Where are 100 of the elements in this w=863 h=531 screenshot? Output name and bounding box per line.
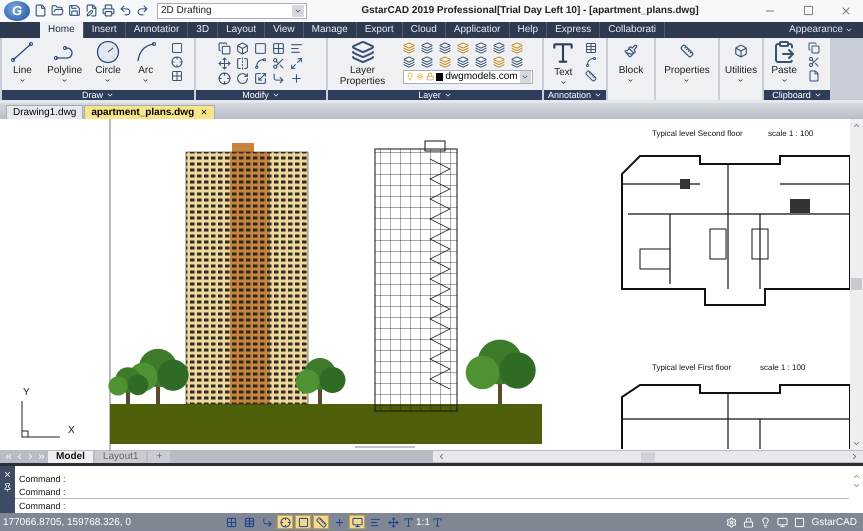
scroll-right-icon[interactable]	[850, 452, 859, 462]
undo-icon[interactable]	[119, 4, 132, 18]
sheet-tab[interactable]: Layout1	[94, 450, 146, 463]
caret-icon[interactable]	[560, 78, 567, 86]
status-toggle-icon[interactable]	[313, 515, 329, 529]
curve-icon[interactable]	[254, 56, 268, 70]
box-icon[interactable]	[236, 42, 250, 55]
edit-file-icon[interactable]	[85, 4, 98, 18]
ribbon-tab[interactable]: Home	[40, 22, 84, 38]
caret-icon[interactable]	[142, 76, 150, 84]
status-toggle-icon[interactable]	[277, 515, 293, 529]
sheet-tab[interactable]: Model	[48, 450, 93, 463]
scale-icon[interactable]	[254, 72, 268, 85]
layer-tool-icon[interactable]	[438, 42, 454, 54]
appearance-menu[interactable]: Appearance	[789, 24, 843, 36]
layer-tool-icon[interactable]	[510, 56, 526, 68]
status-toggle-icon[interactable]	[295, 515, 311, 529]
save-icon[interactable]	[68, 4, 81, 18]
array-icon[interactable]	[272, 42, 286, 55]
vertical-scrollbar[interactable]	[850, 118, 863, 450]
layer-dropdown[interactable]: dwgmodels.com	[402, 70, 532, 84]
annotation-scale-icon[interactable]	[403, 516, 414, 528]
ucs-axes-icon	[22, 400, 60, 438]
layer-tool-icon[interactable]	[402, 56, 418, 68]
layer-tool-icon[interactable]	[420, 56, 436, 68]
new-file-icon[interactable]	[34, 4, 47, 18]
document-tab[interactable]: apartment_plans.dwg	[84, 104, 216, 119]
align-icon[interactable]	[290, 42, 304, 55]
mirror-icon[interactable]	[236, 56, 250, 70]
layer-tool-icon[interactable]	[456, 56, 472, 68]
redo-icon[interactable]	[136, 4, 149, 18]
lock-icon[interactable]	[743, 516, 754, 528]
caret-icon[interactable]	[737, 76, 744, 84]
layer-tool-icon[interactable]	[474, 42, 490, 54]
axis-label: X	[68, 424, 75, 436]
tool-button[interactable]: Paste	[771, 40, 797, 84]
tool-button[interactable]: Layer Properties	[338, 40, 388, 87]
add-tab[interactable]: +	[148, 450, 170, 463]
tree-drawing	[296, 358, 346, 404]
block-icon	[734, 44, 748, 58]
caret-icon[interactable]	[683, 76, 690, 84]
plan-scale: scale 1 : 100	[768, 128, 814, 138]
tool-button[interactable]: Arc	[134, 40, 158, 84]
window-icon[interactable]	[794, 516, 806, 528]
brand-label: GstarCAD	[811, 516, 857, 528]
layers-icon	[350, 40, 374, 64]
move-icon[interactable]	[218, 56, 232, 70]
square-icon[interactable]	[254, 42, 268, 55]
lightbulb-icon[interactable]	[760, 516, 772, 528]
scissors-icon[interactable]	[272, 56, 286, 70]
panel-label: Clipboard	[772, 90, 811, 100]
corner-icon[interactable]	[272, 72, 286, 85]
print-icon[interactable]	[102, 4, 115, 18]
tree-drawing	[466, 339, 536, 404]
layer-tool-icon[interactable]	[474, 56, 490, 68]
caret-icon[interactable]	[780, 76, 788, 84]
command-history-line: Command :	[18, 486, 67, 498]
annotation-scale[interactable]: 1:1	[416, 516, 430, 528]
horizontal-scrollbar[interactable]	[433, 451, 863, 462]
settings-icon[interactable]	[726, 516, 738, 528]
tool-button[interactable]: Line	[10, 40, 34, 84]
close-icon[interactable]	[3, 470, 12, 480]
coordinates: 177066.8705, 159768.326, 0	[3, 516, 132, 528]
annotation-visibility-icon[interactable]	[432, 516, 443, 528]
paste-icon	[772, 40, 796, 64]
panel-label: Annotation	[548, 90, 592, 100]
tool-button[interactable]: Circle	[94, 40, 121, 84]
command-history-line: Command :	[18, 472, 67, 486]
caret-icon[interactable]	[18, 76, 26, 84]
caret-icon[interactable]	[61, 76, 68, 84]
lightbulb-icon	[406, 72, 414, 82]
close-icon[interactable]	[200, 108, 208, 116]
stretch-icon[interactable]	[290, 56, 304, 70]
caret-icon[interactable]	[627, 76, 634, 84]
scroll-left-icon[interactable]	[437, 452, 446, 462]
monitor-icon[interactable]	[777, 516, 788, 528]
layer-tool-icon[interactable]	[492, 42, 508, 54]
tool-button[interactable]: Polyline	[47, 40, 82, 84]
panel-label: Modify	[242, 90, 269, 100]
ruler-icon	[680, 44, 694, 58]
plan-title: Typical level First floor	[652, 362, 732, 372]
panel-label: Layer	[418, 90, 441, 100]
pin-icon[interactable]	[3, 483, 12, 492]
document-tab[interactable]: Drawing1.dwg	[6, 104, 84, 119]
brush-icon	[624, 44, 638, 58]
axis-label: Y	[23, 386, 30, 398]
plan-scale: scale 1 : 100	[760, 362, 806, 372]
command-input[interactable]: Command :	[15, 498, 849, 512]
plan-title: Typical level Second floor	[652, 128, 743, 138]
scroll-thumb[interactable]	[851, 278, 862, 290]
folder-icon[interactable]	[51, 4, 64, 18]
crosshair-icon[interactable]	[218, 72, 232, 85]
layer-tool-icon[interactable]	[420, 42, 436, 54]
tool-button[interactable]: Text	[550, 40, 576, 86]
color-swatch	[436, 72, 444, 81]
copy-icon[interactable]	[218, 42, 232, 55]
scroll-thumb[interactable]	[641, 452, 655, 462]
status-toggle-icon[interactable]	[349, 515, 365, 529]
workspace-dropdown[interactable]: 2D Drafting	[157, 2, 307, 19]
rotate-icon[interactable]	[236, 72, 250, 85]
